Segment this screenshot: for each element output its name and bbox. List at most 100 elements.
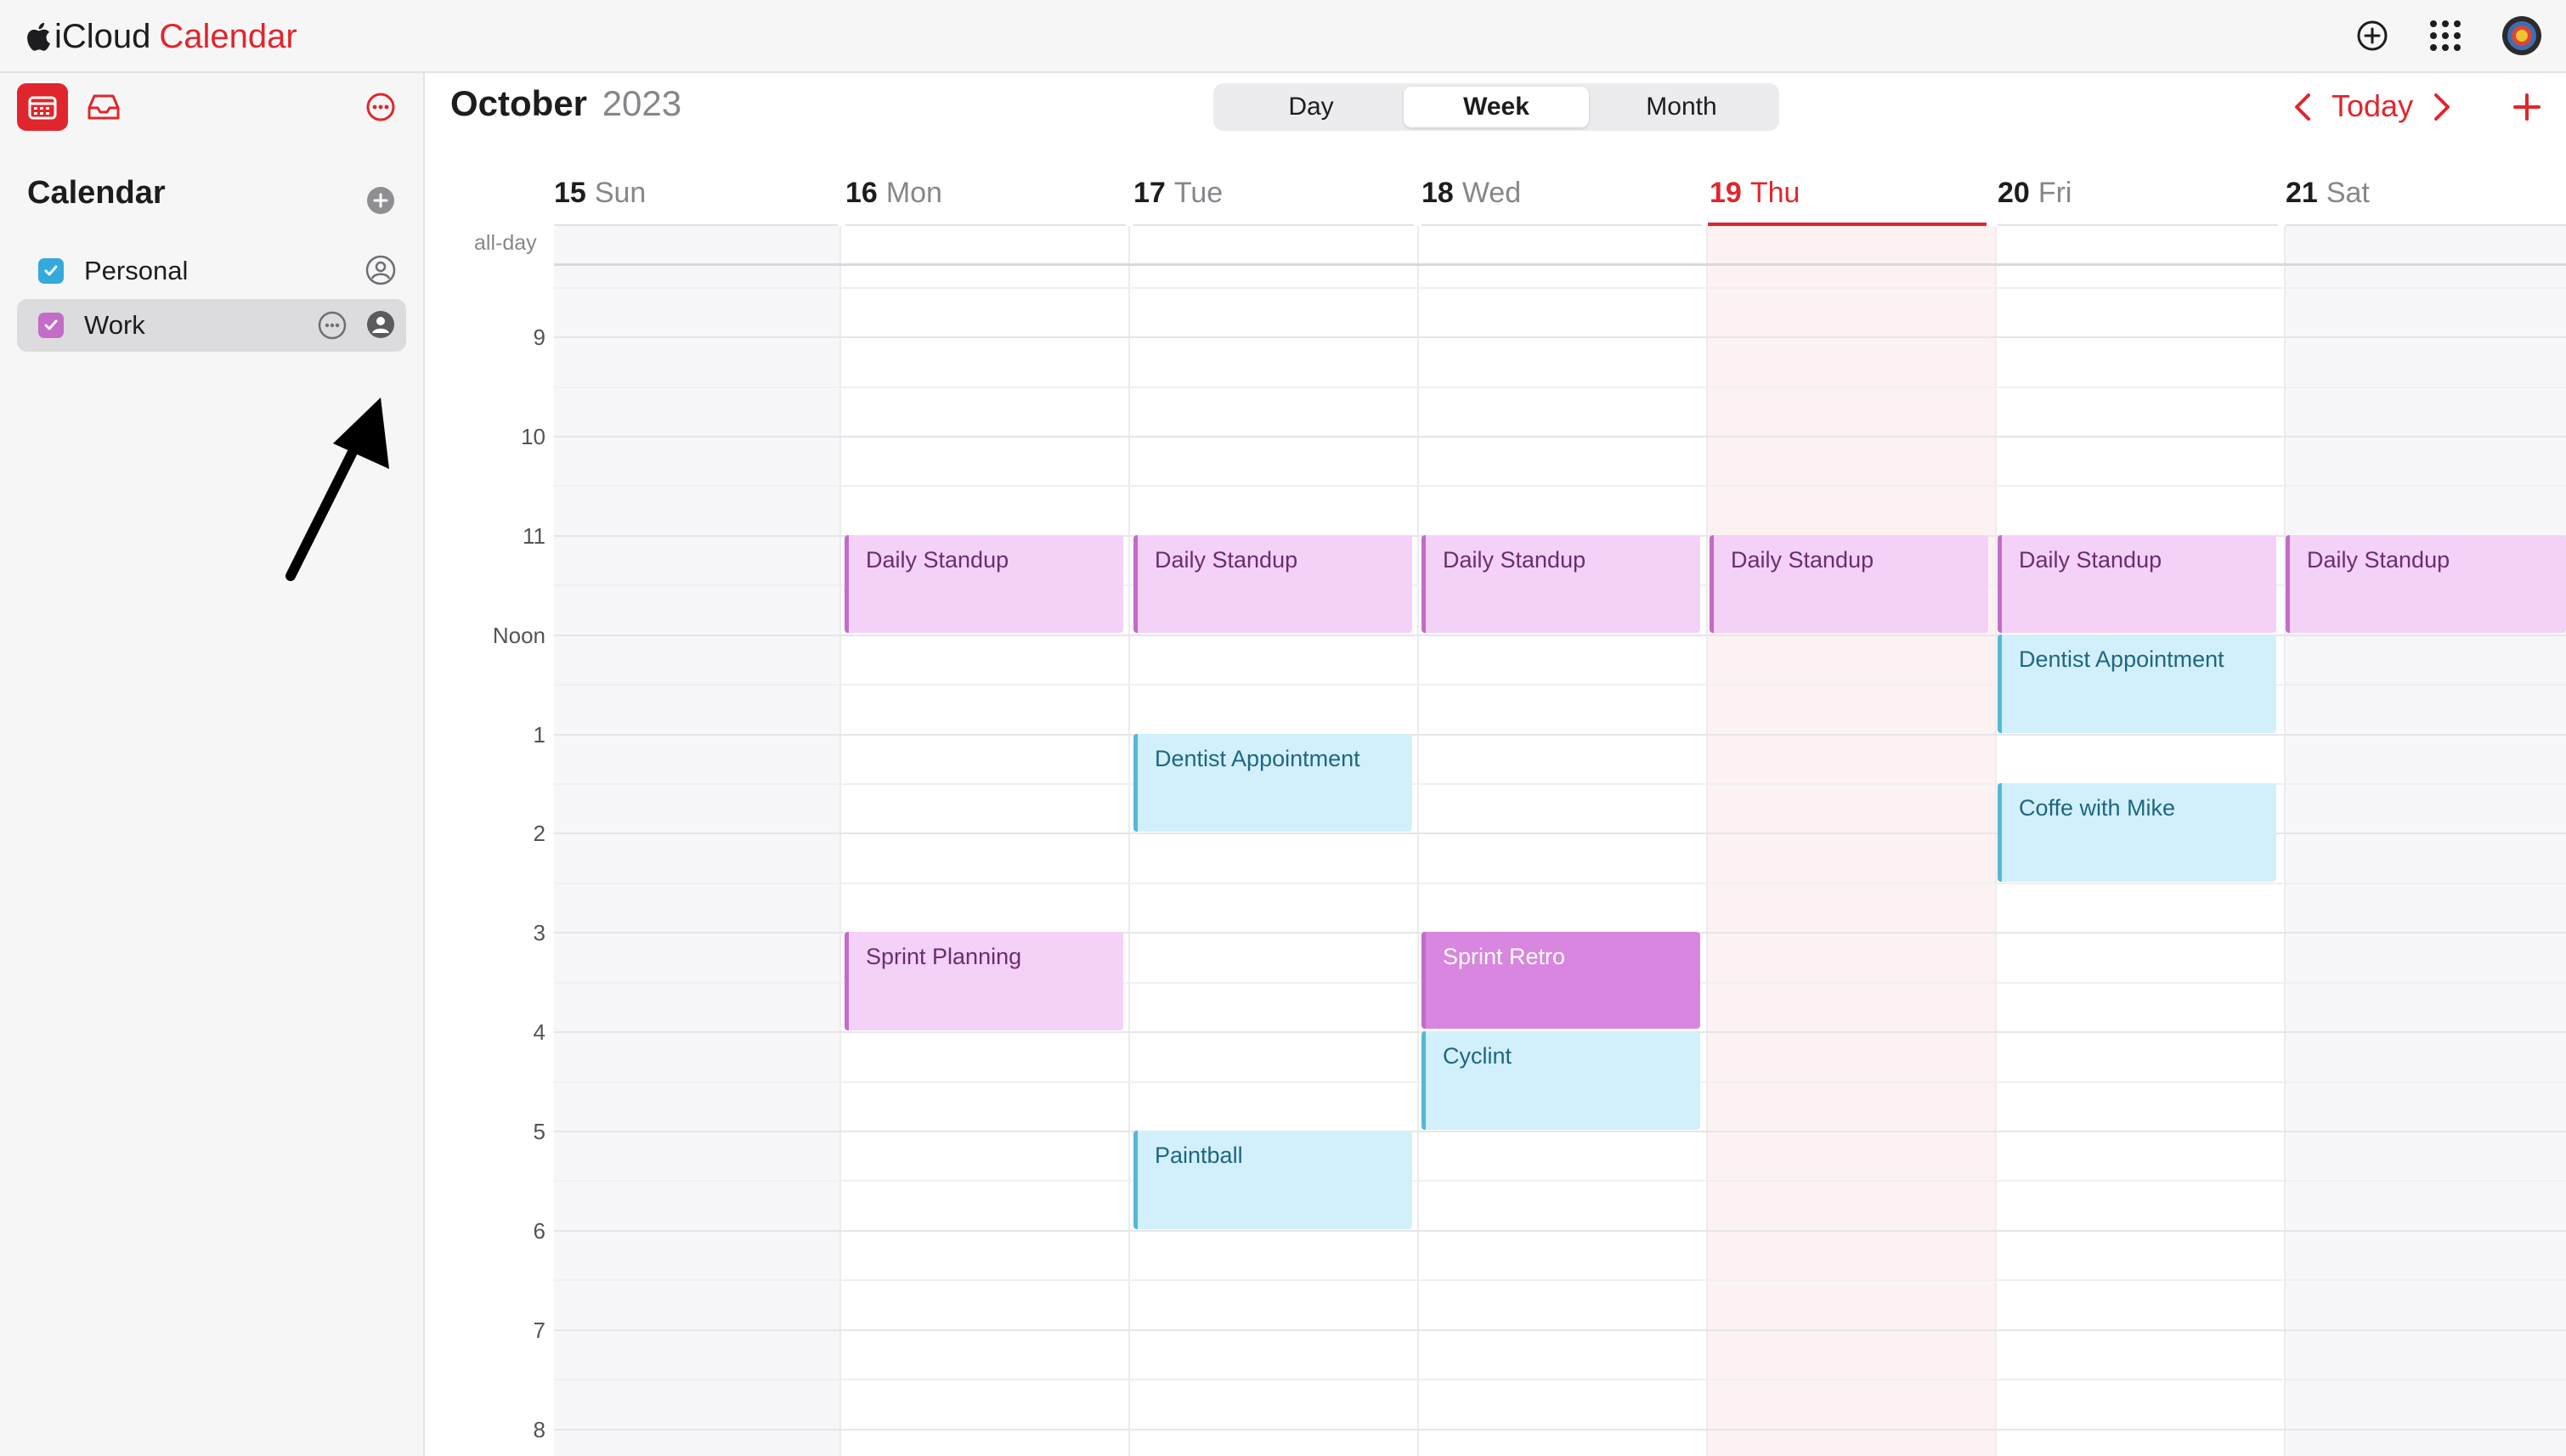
calendar-view-icon[interactable] <box>17 83 68 131</box>
apple-logo-icon <box>27 22 50 51</box>
hour-line <box>554 336 2566 338</box>
day-header-wed[interactable]: 18 Wed <box>1421 177 1521 210</box>
app-grid-icon[interactable] <box>2425 15 2466 56</box>
share-person-icon[interactable] <box>364 253 398 287</box>
event-daily-standup[interactable]: Daily Standup <box>1998 535 2276 633</box>
account-avatar-icon[interactable] <box>2501 15 2542 56</box>
hour-label: 9 <box>533 324 545 350</box>
more-options-icon[interactable] <box>364 90 398 124</box>
event-dentist-appointment[interactable]: Dentist Appointment <box>1133 734 1412 832</box>
day-number: 15 <box>554 177 586 209</box>
month-year-title: October 2023 <box>450 83 681 124</box>
column-divider <box>839 226 841 1456</box>
half-hour-line <box>554 387 2566 388</box>
hour-line <box>554 1230 2566 1232</box>
day-header-tue[interactable]: 17 Tue <box>1133 177 1223 210</box>
day-column-sun[interactable] <box>554 226 839 1456</box>
hour-line <box>554 1429 2566 1431</box>
calendar-more-icon[interactable] <box>316 309 348 341</box>
day-header-sat[interactable]: 21 Sat <box>2286 177 2370 210</box>
day-header-sun[interactable]: 15 Sun <box>554 177 646 210</box>
event-cycling[interactable]: Cyclint <box>1421 1031 1700 1130</box>
column-divider <box>1417 226 1419 1456</box>
hour-label: 5 <box>533 1119 545 1144</box>
half-hour-line <box>554 287 2566 289</box>
inbox-icon[interactable] <box>83 90 124 124</box>
personal-checkbox[interactable] <box>38 258 64 284</box>
hour-line <box>554 436 2566 437</box>
day-column-sat[interactable] <box>2286 226 2566 1456</box>
chevron-right-icon[interactable] <box>2425 88 2459 126</box>
event-daily-standup[interactable]: Daily Standup <box>1421 535 1700 633</box>
half-hour-line <box>554 1279 2566 1281</box>
calendar-list-title: Calendar <box>27 175 166 211</box>
day-number: 19 <box>1710 177 1742 209</box>
day-column-thu[interactable] <box>1708 226 1995 1456</box>
day-number: 21 <box>2286 177 2318 209</box>
column-divider <box>2284 226 2286 1456</box>
add-calendar-icon[interactable] <box>364 183 398 217</box>
today-button[interactable]: Today <box>2331 88 2413 124</box>
day-number: 20 <box>1998 177 2030 209</box>
share-person-icon[interactable] <box>364 308 398 341</box>
day-name: Fri <box>2038 177 2072 209</box>
event-sprint-retro[interactable]: Sprint Retro <box>1421 932 1700 1029</box>
hour-line <box>554 1131 2566 1132</box>
view-switcher: Day Week Month <box>1213 83 1779 131</box>
brand-icloud: iCloud <box>54 17 151 55</box>
hour-label: 8 <box>533 1417 545 1442</box>
hour-label: 1 <box>533 722 545 748</box>
half-hour-line <box>554 1379 2566 1380</box>
top-bar: iCloud Calendar <box>0 0 2566 73</box>
day-header-fri[interactable]: 20 Fri <box>1998 177 2071 210</box>
view-month-button[interactable]: Month <box>1587 87 1776 127</box>
hour-label: 4 <box>533 1019 545 1045</box>
view-week-button[interactable]: Week <box>1404 87 1589 127</box>
event-daily-standup[interactable]: Daily Standup <box>1710 535 1988 633</box>
event-sprint-planning[interactable]: Sprint Planning <box>845 932 1123 1030</box>
event-daily-standup[interactable]: Daily Standup <box>1133 535 1412 633</box>
day-number: 17 <box>1133 177 1166 209</box>
event-coffee-with-mike[interactable]: Coffe with Mike <box>1998 783 2276 882</box>
calendar-item-label: Work <box>84 310 145 340</box>
year-label: 2023 <box>602 83 682 123</box>
sidebar: Calendar Personal Work <box>0 73 425 1456</box>
add-event-icon[interactable] <box>2510 88 2544 126</box>
pointer-arrow-icon <box>285 398 389 581</box>
day-name: Sun <box>594 177 647 209</box>
event-daily-standup[interactable]: Daily Standup <box>845 535 1123 633</box>
day-number: 16 <box>845 177 878 209</box>
day-column-wed[interactable] <box>1419 226 1706 1456</box>
app-brand[interactable]: iCloud Calendar <box>25 15 297 58</box>
day-name: Mon <box>885 177 942 209</box>
day-name: Tue <box>1173 177 1224 209</box>
hour-label: 6 <box>533 1218 545 1244</box>
column-divider <box>1706 226 1708 1456</box>
event-paintball[interactable]: Paintball <box>1133 1131 1412 1229</box>
work-checkbox[interactable] <box>38 313 64 338</box>
brand-calendar: Calendar <box>159 17 297 55</box>
day-column-tue[interactable] <box>1130 226 1417 1456</box>
hour-label: 7 <box>533 1318 545 1343</box>
calendar-item-personal[interactable]: Personal <box>17 245 406 297</box>
event-daily-standup[interactable]: Daily Standup <box>2286 535 2566 633</box>
view-day-button[interactable]: Day <box>1217 87 1405 127</box>
column-divider <box>1995 226 1997 1456</box>
day-name: Wed <box>1461 177 1522 209</box>
calendar-item-work[interactable]: Work <box>17 299 406 352</box>
add-circle-icon[interactable] <box>2352 15 2393 56</box>
half-hour-line <box>554 883 2566 884</box>
day-number: 18 <box>1421 177 1454 209</box>
chevron-left-icon[interactable] <box>2286 88 2320 126</box>
month-label: October <box>450 83 588 123</box>
hour-label: 3 <box>533 920 545 945</box>
event-dentist-appointment[interactable]: Dentist Appointment <box>1998 635 2276 733</box>
half-hour-line <box>554 1180 2566 1182</box>
hour-label: 11 <box>523 523 545 549</box>
day-header-mon[interactable]: 16 Mon <box>845 177 942 210</box>
day-column-mon[interactable] <box>841 226 1128 1456</box>
day-header-thu[interactable]: 19 Thu <box>1710 177 1800 210</box>
half-hour-line <box>554 485 2566 487</box>
day-name: Thu <box>1749 177 1800 209</box>
hour-label: 2 <box>533 821 545 846</box>
